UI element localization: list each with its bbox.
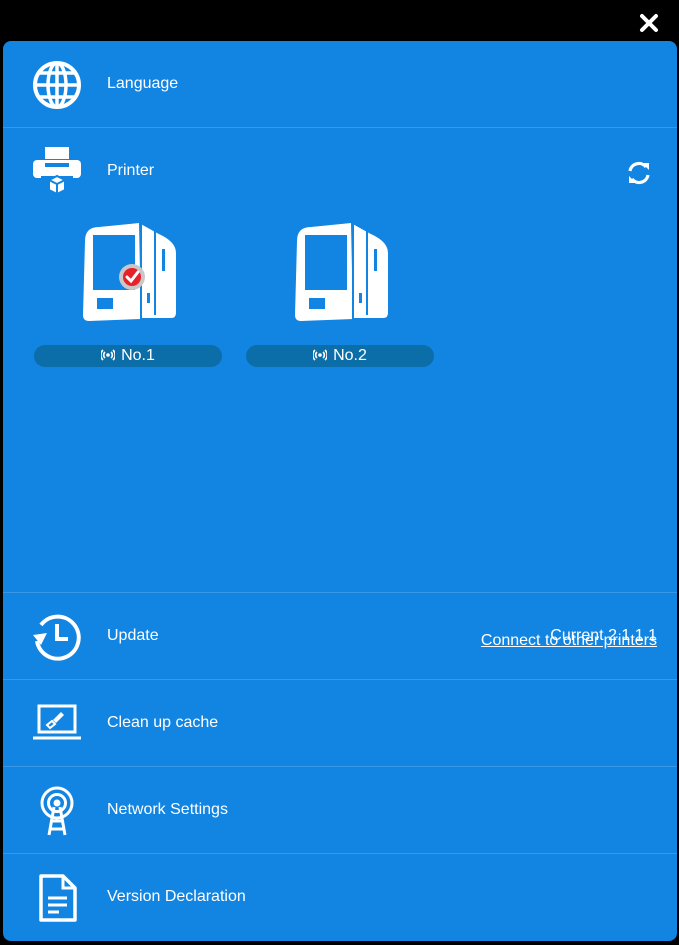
update-row[interactable]: Update Current 2.1.1.1 bbox=[3, 593, 677, 680]
printer-card-1[interactable]: No.1 bbox=[34, 221, 222, 367]
printer-machine-icon bbox=[295, 221, 390, 321]
selected-check-icon bbox=[119, 264, 145, 290]
version-declaration-label: Version Declaration bbox=[107, 888, 246, 905]
wifi-icon bbox=[313, 349, 328, 361]
printer-name-1: No.1 bbox=[121, 347, 155, 364]
printer-card-2[interactable]: No.2 bbox=[246, 221, 434, 367]
language-row[interactable]: Language bbox=[3, 41, 677, 128]
version-declaration-row[interactable]: Version Declaration bbox=[3, 854, 677, 941]
clean-cache-row[interactable]: Clean up cache bbox=[3, 680, 677, 767]
current-version: Current 2.1.1.1 bbox=[550, 627, 657, 644]
printer-pill-2: No.2 bbox=[246, 345, 434, 367]
history-clock-icon bbox=[33, 614, 81, 661]
laptop-brush-icon bbox=[33, 704, 81, 740]
printer-section: Printer No.1 No.2 Connect to other print… bbox=[3, 128, 677, 649]
antenna-icon bbox=[40, 786, 74, 836]
update-label: Update bbox=[107, 627, 159, 644]
close-icon[interactable] bbox=[636, 10, 662, 36]
network-settings-label: Network Settings bbox=[107, 801, 228, 818]
language-label: Language bbox=[107, 75, 179, 92]
settings-panel: Language Printer No.1 No.2 Connect to ot… bbox=[3, 41, 677, 941]
printer-icon bbox=[33, 147, 81, 196]
wifi-icon bbox=[101, 349, 116, 361]
clean-cache-label: Clean up cache bbox=[107, 714, 219, 731]
refresh-icon[interactable] bbox=[625, 159, 653, 187]
document-icon bbox=[39, 874, 77, 922]
printer-name-2: No.2 bbox=[333, 347, 367, 364]
printer-label: Printer bbox=[107, 162, 155, 179]
network-settings-row[interactable]: Network Settings bbox=[3, 767, 677, 854]
printer-pill-1: No.1 bbox=[34, 345, 222, 367]
globe-icon bbox=[33, 61, 81, 109]
